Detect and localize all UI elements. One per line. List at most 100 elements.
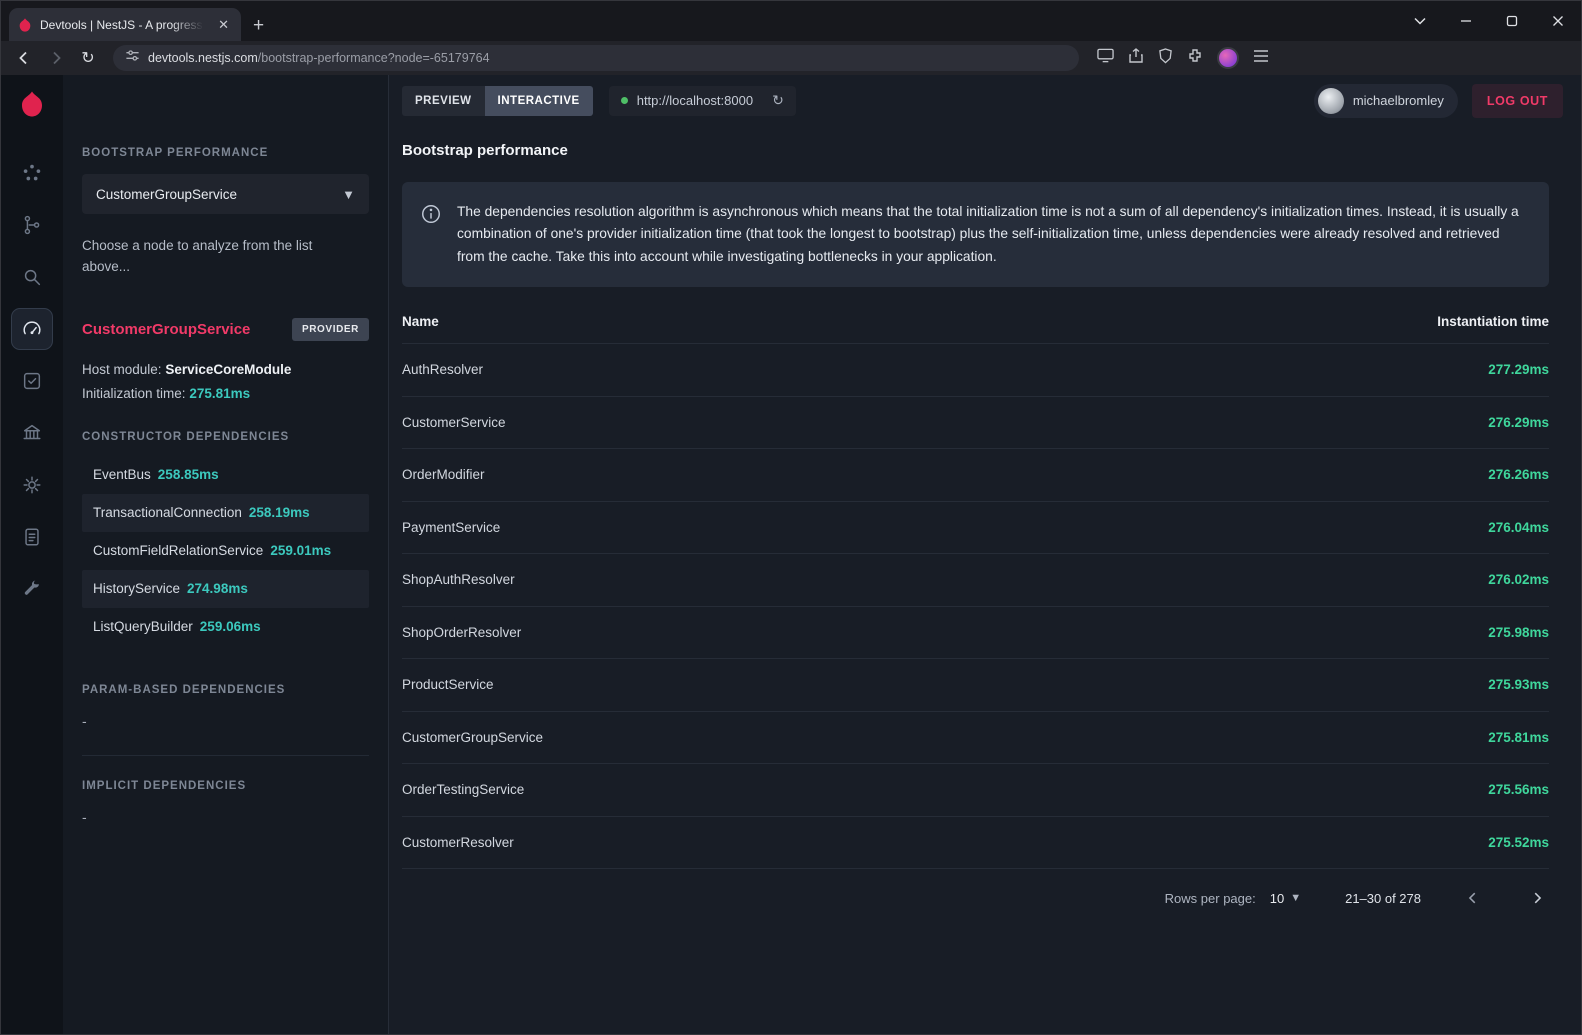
row-time: 276.26ms	[1488, 467, 1549, 482]
row-name: CustomerResolver	[402, 835, 514, 850]
rail-item-audits[interactable]	[11, 360, 53, 402]
table-row[interactable]: ShopOrderResolver 275.98ms	[402, 607, 1549, 660]
profile-avatar[interactable]	[1217, 47, 1239, 69]
table-row[interactable]: OrderTestingService 275.56ms	[402, 764, 1549, 817]
table-row[interactable]: AuthResolver 277.29ms	[402, 344, 1549, 397]
browser-tab[interactable]: Devtools | NestJS - A progressive ✕	[9, 8, 241, 41]
dependency-name: TransactionalConnection	[93, 505, 242, 520]
init-time-value: 275.81ms	[189, 386, 250, 401]
back-button[interactable]	[11, 45, 37, 71]
share-icon[interactable]	[1128, 48, 1144, 69]
forward-button[interactable]	[43, 45, 69, 71]
new-tab-button[interactable]: +	[253, 16, 264, 35]
dependency-item[interactable]: ListQueryBuilder 259.06ms	[82, 608, 369, 646]
rail-item-insights[interactable]	[11, 152, 53, 194]
row-time: 275.93ms	[1488, 677, 1549, 692]
row-time: 275.52ms	[1488, 835, 1549, 850]
rows-per-page-label: Rows per page:	[1165, 891, 1256, 906]
implicit-deps-empty: -	[82, 809, 369, 825]
dependency-name: HistoryService	[93, 581, 180, 596]
node-select[interactable]: CustomerGroupService ▼	[82, 174, 369, 214]
reload-button[interactable]: ↻	[75, 45, 101, 71]
rail-item-performance[interactable]	[11, 308, 53, 350]
extensions-icon[interactable]	[1187, 48, 1203, 69]
row-time: 276.29ms	[1488, 415, 1549, 430]
node-select-hint: Choose a node to analyze from the list a…	[82, 236, 334, 278]
user-pill[interactable]: michaelbromley	[1314, 84, 1458, 118]
param-deps-title: PARAM-BASED DEPENDENCIES	[82, 684, 369, 696]
dependency-item[interactable]: TransactionalConnection 258.19ms	[82, 494, 369, 532]
performance-table: Name Instantiation time AuthResolver 277…	[402, 300, 1549, 927]
menu-icon[interactable]	[1253, 49, 1269, 68]
nestjs-favicon-icon	[17, 17, 33, 33]
user-avatar	[1318, 88, 1344, 114]
table-row[interactable]: CustomerResolver 275.52ms	[402, 817, 1549, 870]
brave-shield-icon[interactable]	[1158, 48, 1173, 69]
app-url-value: http://localhost:8000	[637, 93, 753, 108]
dependency-time: 274.98ms	[187, 581, 248, 596]
logout-button[interactable]: LOG OUT	[1472, 84, 1563, 118]
node-select-value: CustomerGroupService	[96, 187, 237, 202]
constructor-deps-title: CONSTRUCTOR DEPENDENCIES	[82, 431, 369, 443]
info-icon	[420, 201, 442, 268]
tab-search-chevron-icon[interactable]	[1397, 1, 1443, 41]
rows-per-page-select[interactable]: 10 ▼	[1270, 891, 1301, 906]
app-url-input[interactable]: http://localhost:8000 ↻	[609, 86, 796, 116]
app-topbar: PREVIEW INTERACTIVE http://localhost:800…	[389, 75, 1581, 126]
row-name: OrderTestingService	[402, 782, 524, 797]
rail-item-tools[interactable]	[11, 568, 53, 610]
dependency-item[interactable]: HistoryService 274.98ms	[82, 570, 369, 608]
tab-close-icon[interactable]: ✕	[214, 16, 233, 33]
row-time: 275.56ms	[1488, 782, 1549, 797]
row-time: 277.29ms	[1488, 362, 1549, 377]
connection-status-dot	[621, 97, 628, 104]
browser-window: Devtools | NestJS - A progressive ✕ +	[0, 0, 1582, 1035]
reader-mode-icon[interactable]	[1097, 48, 1114, 68]
row-name: PaymentService	[402, 520, 500, 535]
row-name: ShopOrderResolver	[402, 625, 521, 640]
dependency-item[interactable]: CustomFieldRelationService 259.01ms	[82, 532, 369, 570]
param-deps-empty: -	[82, 713, 369, 729]
table-row[interactable]: ProductService 275.93ms	[402, 659, 1549, 712]
dependency-time: 259.06ms	[200, 619, 261, 634]
minimize-button[interactable]	[1443, 1, 1489, 41]
dependency-item[interactable]: EventBus 258.85ms	[82, 456, 369, 494]
app-url-reload-icon[interactable]: ↻	[772, 92, 784, 109]
url-domain: devtools.nestjs.com	[148, 51, 258, 65]
sidebar-section-title: BOOTSTRAP PERFORMANCE	[82, 147, 369, 159]
row-time: 275.81ms	[1488, 730, 1549, 745]
previous-page-button[interactable]	[1461, 886, 1485, 910]
column-instantiation-time: Instantiation time	[1437, 314, 1549, 329]
constructor-deps-list: EventBus 258.85ms TransactionalConnectio…	[82, 456, 369, 646]
site-settings-icon[interactable]	[125, 48, 140, 68]
interactive-mode-button[interactable]: INTERACTIVE	[485, 86, 593, 116]
sidebar-divider	[82, 755, 369, 756]
row-name: OrderModifier	[402, 467, 485, 482]
address-bar[interactable]: devtools.nestjs.com/bootstrap-performanc…	[113, 45, 1079, 71]
rail-item-logs[interactable]	[11, 516, 53, 558]
icon-rail	[1, 75, 63, 1035]
table-row[interactable]: ShopAuthResolver 276.02ms	[402, 554, 1549, 607]
maximize-button[interactable]	[1489, 1, 1535, 41]
tab-strip: Devtools | NestJS - A progressive ✕ +	[1, 1, 1581, 41]
next-page-button[interactable]	[1525, 886, 1549, 910]
bootstrap-sidebar: BOOTSTRAP PERFORMANCE CustomerGroupServi…	[63, 75, 389, 1035]
selected-node-name: CustomerGroupService	[82, 321, 250, 338]
rail-item-inspect[interactable]	[11, 256, 53, 298]
info-callout: The dependencies resolution algorithm is…	[402, 182, 1549, 287]
table-row[interactable]: CustomerService 276.29ms	[402, 397, 1549, 450]
dependency-name: EventBus	[93, 467, 151, 482]
rail-item-modules[interactable]	[11, 412, 53, 454]
table-row[interactable]: PaymentService 276.04ms	[402, 502, 1549, 555]
row-name: AuthResolver	[402, 362, 483, 377]
preview-mode-button[interactable]: PREVIEW	[402, 86, 485, 116]
close-window-button[interactable]	[1535, 1, 1581, 41]
rail-item-graph[interactable]	[11, 204, 53, 246]
table-row[interactable]: OrderModifier 276.26ms	[402, 449, 1549, 502]
browser-toolbar: ↻ devtools.nestjs.com/bootstrap-performa…	[1, 41, 1581, 75]
rail-item-settings[interactable]	[11, 464, 53, 506]
provider-badge: PROVIDER	[292, 318, 369, 341]
row-time: 276.04ms	[1488, 520, 1549, 535]
init-time-line: Initialization time: 275.81ms	[82, 386, 369, 401]
table-row[interactable]: CustomerGroupService 275.81ms	[402, 712, 1549, 765]
